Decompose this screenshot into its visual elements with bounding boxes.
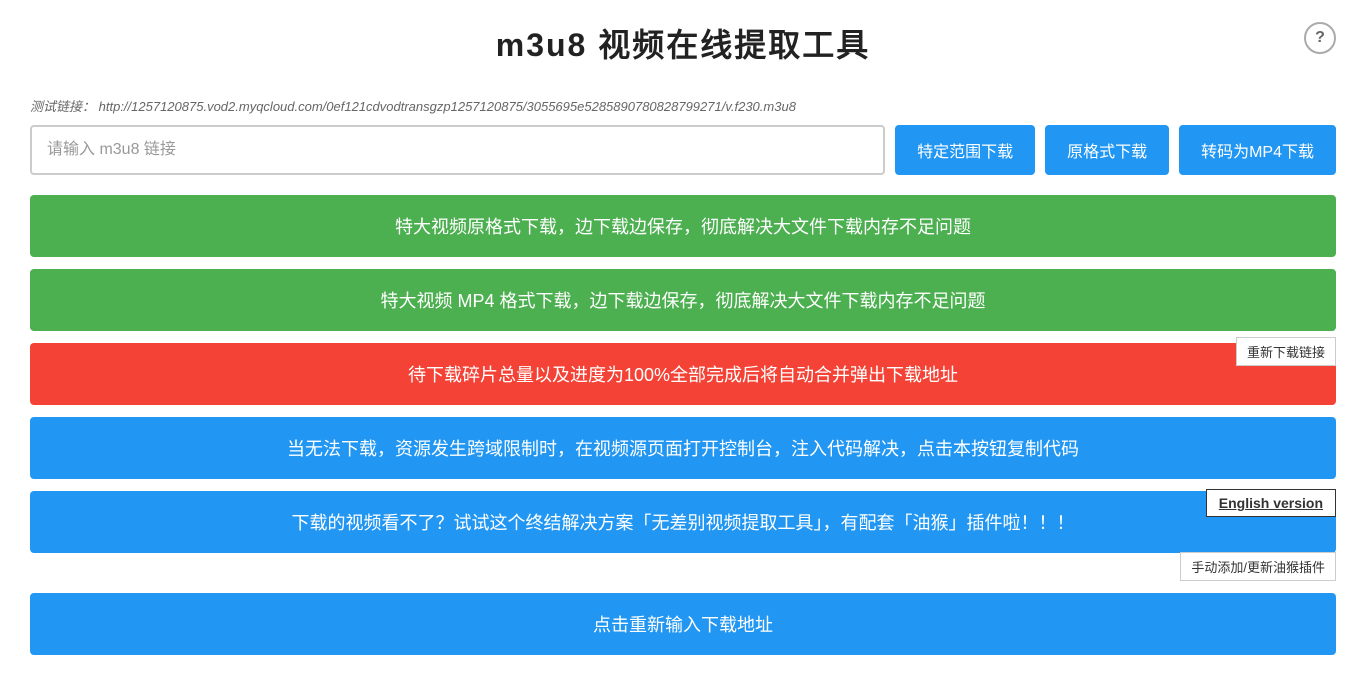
- mp4-download-button[interactable]: 转码为MP4下载: [1179, 125, 1336, 175]
- banner-video-tool-row: 下载的视频看不了？试试这个终结解决方案「无差别视频提取工具」，有配套「油猴」插件…: [30, 491, 1336, 553]
- banner-video-tool[interactable]: 下载的视频看不了？试试这个终结解决方案「无差别视频提取工具」，有配套「油猴」插件…: [30, 491, 1336, 553]
- page-title: m3u8 视频在线提取工具: [30, 20, 1336, 66]
- banner-reinput[interactable]: 点击重新输入下载地址: [30, 593, 1336, 655]
- banner-large-original[interactable]: 特大视频原格式下载，边下载边保存，彻底解决大文件下载内存不足问题: [30, 195, 1336, 257]
- manual-add-link[interactable]: 手动添加/更新油猴插件: [1180, 552, 1336, 581]
- range-download-button[interactable]: 特定范围下载: [895, 125, 1035, 175]
- help-button[interactable]: ?: [1304, 22, 1336, 54]
- original-download-button[interactable]: 原格式下载: [1045, 125, 1169, 175]
- test-link: 测试链接： http://1257120875.vod2.myqcloud.co…: [30, 96, 1336, 115]
- input-row: 特定范围下载 原格式下载 转码为MP4下载: [30, 125, 1336, 175]
- banner-progress[interactable]: 待下载碎片总量以及进度为100%全部完成后将自动合并弹出下载地址: [30, 343, 1336, 405]
- banner-large-mp4[interactable]: 特大视频 MP4 格式下载，边下载边保存，彻底解决大文件下载内存不足问题: [30, 269, 1336, 331]
- url-input[interactable]: [30, 125, 885, 175]
- banner-progress-row: 待下载碎片总量以及进度为100%全部完成后将自动合并弹出下载地址 重新下载链接: [30, 343, 1336, 405]
- redownload-link[interactable]: 重新下载链接: [1236, 337, 1336, 366]
- banner-cross-domain[interactable]: 当无法下载，资源发生跨域限制时，在视频源页面打开控制台，注入代码解决，点击本按钮…: [30, 417, 1336, 479]
- test-link-url: http://1257120875.vod2.myqcloud.com/0ef1…: [99, 99, 796, 114]
- english-version-link[interactable]: English version: [1206, 489, 1336, 517]
- test-link-label: 测试链接：: [30, 99, 95, 114]
